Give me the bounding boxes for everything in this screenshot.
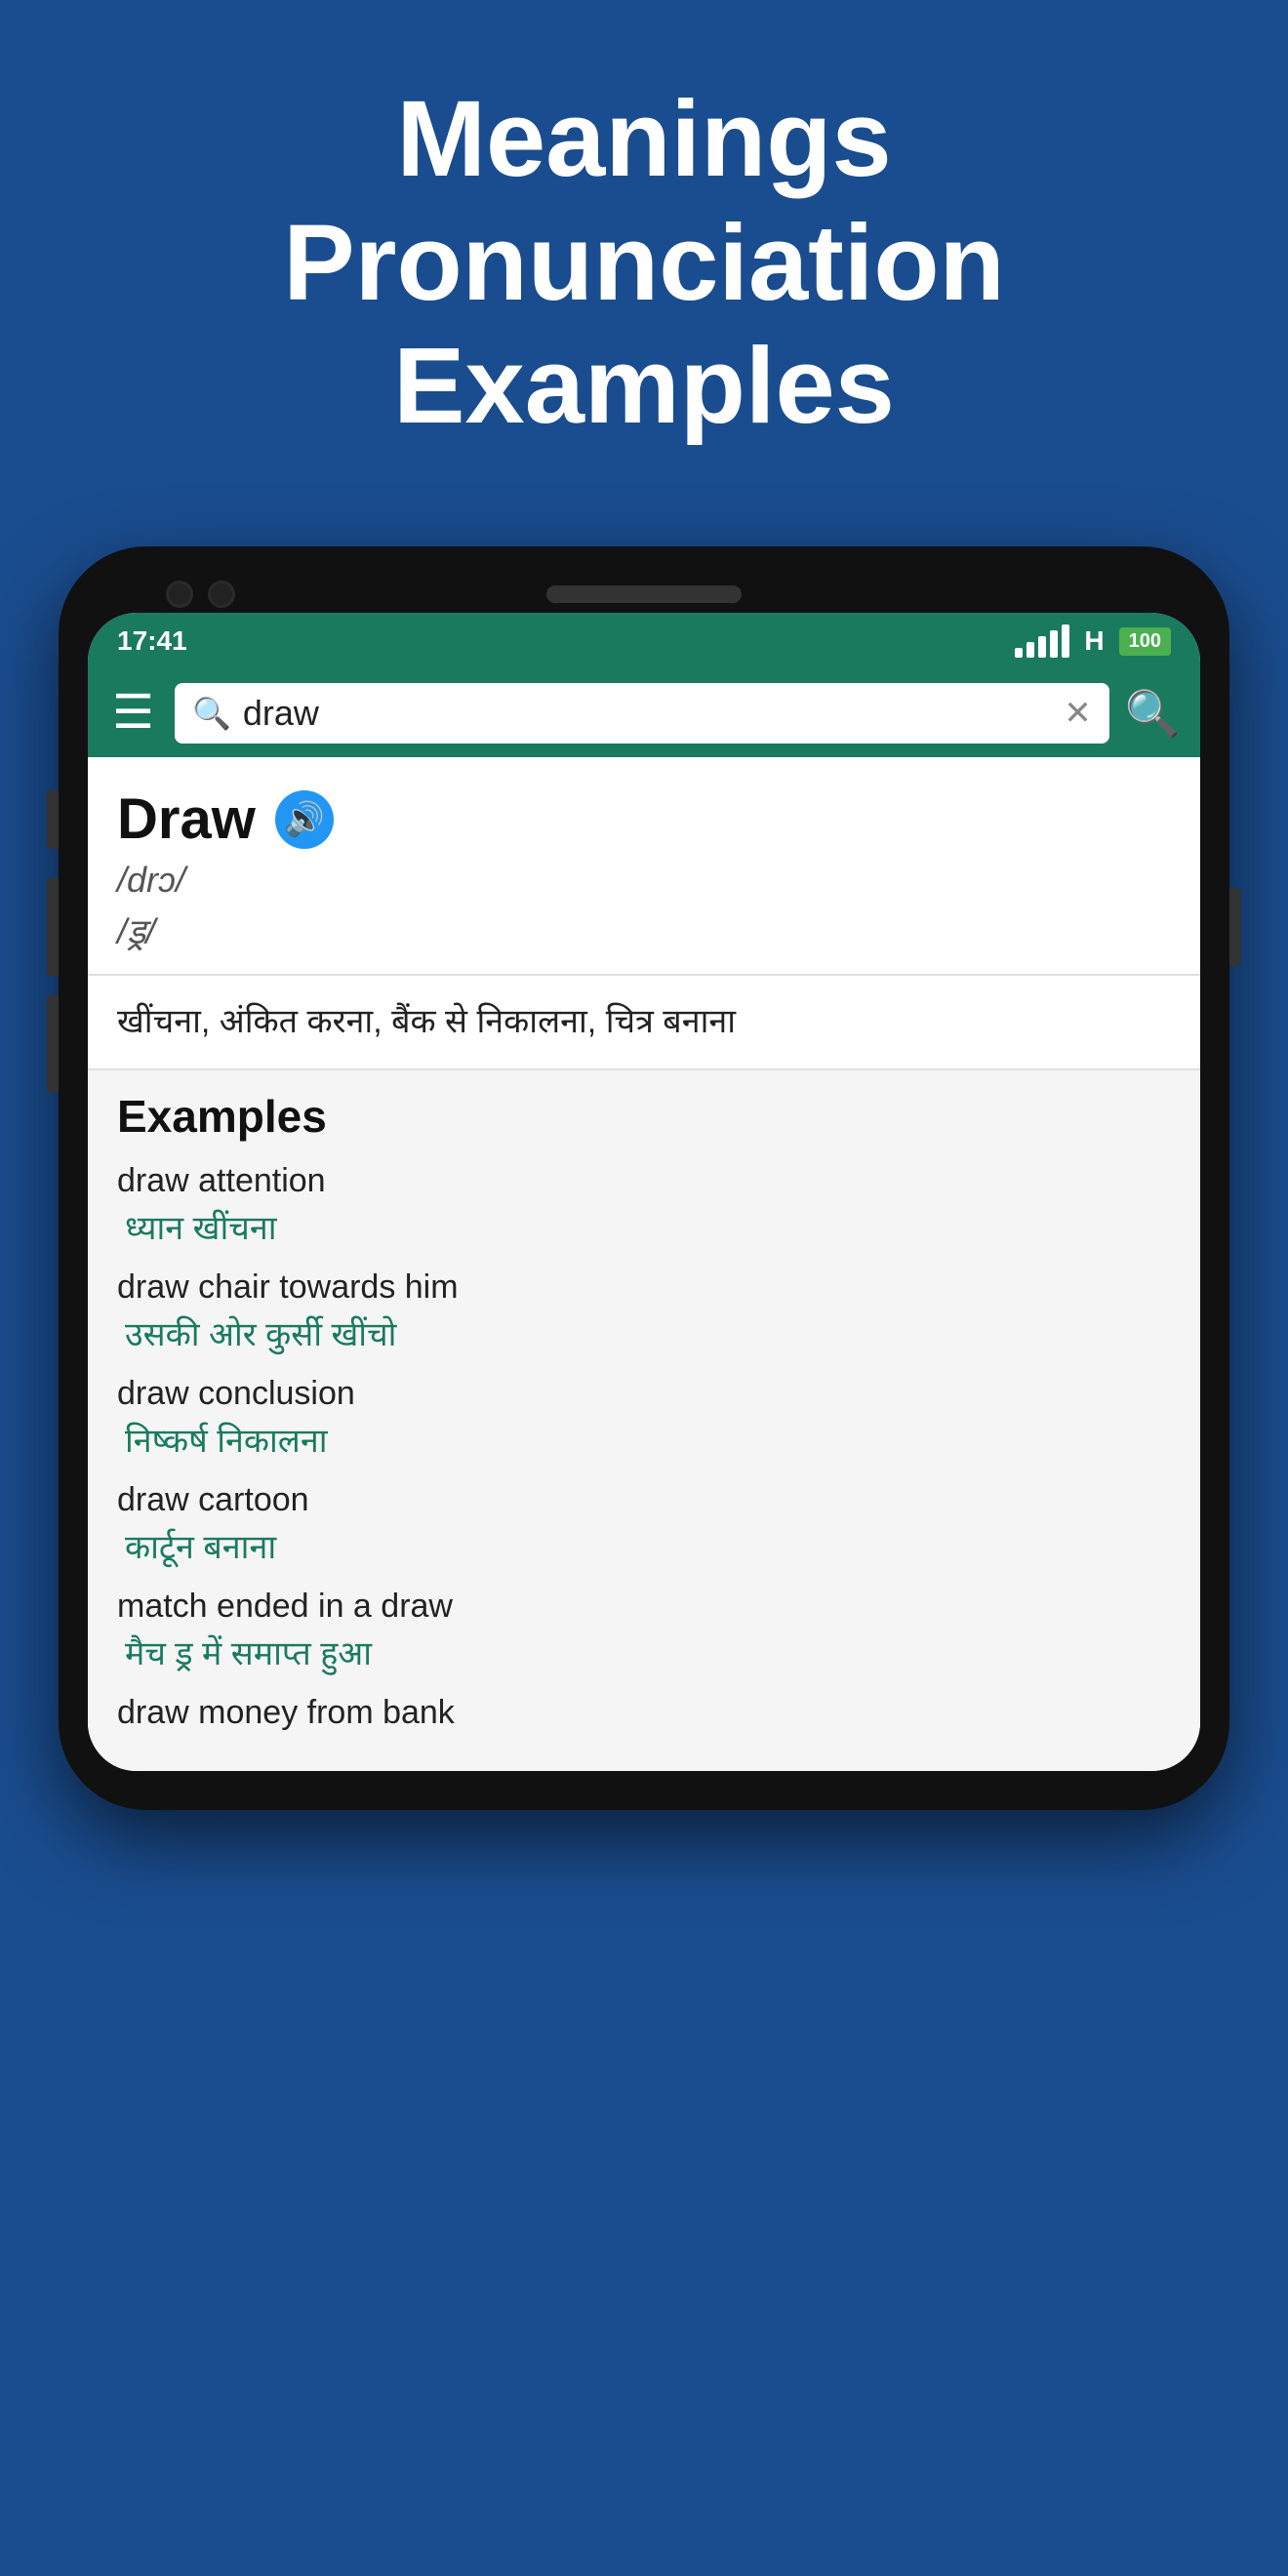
example-item-1: draw attention ध्यान खींचना bbox=[117, 1162, 1171, 1249]
hero-line3: Examples bbox=[393, 326, 895, 446]
phone-mockup: 17:41 H 100 ☰ bbox=[59, 546, 1229, 1810]
example-en-1: draw attention bbox=[117, 1162, 1171, 1200]
phone-top-bar bbox=[88, 585, 1200, 603]
volume-down-button bbox=[47, 995, 59, 1093]
word-header: Draw 🔊 bbox=[117, 786, 1171, 852]
network-type: H bbox=[1084, 625, 1104, 657]
signal-bars bbox=[1015, 624, 1069, 658]
clear-icon[interactable]: ✕ bbox=[1064, 694, 1092, 733]
signal-bar-3 bbox=[1038, 636, 1046, 658]
search-bar-area[interactable]: ☰ 🔍 ✕ 🔍 bbox=[88, 669, 1200, 757]
status-bar: 17:41 H 100 bbox=[88, 613, 1200, 669]
status-time: 17:41 bbox=[117, 625, 187, 657]
mute-button bbox=[47, 790, 59, 849]
examples-heading: Examples bbox=[117, 1090, 1171, 1143]
signal-bar-5 bbox=[1062, 624, 1069, 658]
hero-line1: Meanings bbox=[396, 79, 891, 199]
signal-bar-4 bbox=[1050, 630, 1058, 658]
word-title: Draw bbox=[117, 786, 256, 852]
search-input[interactable] bbox=[243, 693, 1052, 734]
battery-level: 100 bbox=[1129, 630, 1161, 652]
pronunciation-en: /drɔ/ bbox=[117, 860, 1171, 901]
example-item-6: draw money from bank bbox=[117, 1694, 1171, 1732]
phone-speaker bbox=[546, 585, 742, 603]
example-en-6: draw money from bank bbox=[117, 1694, 1171, 1732]
search-icon: 🔍 bbox=[192, 695, 231, 732]
example-item-5: match ended in a draw मैच ड्र में समाप्त… bbox=[117, 1588, 1171, 1674]
front-camera bbox=[166, 581, 193, 608]
example-item-3: draw conclusion निष्कर्ष निकालना bbox=[117, 1375, 1171, 1462]
meanings-text: खींचना, अंकित करना, बैंक से निकालना, चित… bbox=[117, 997, 1171, 1047]
status-right: H 100 bbox=[1015, 624, 1171, 658]
phone-outer: 17:41 H 100 ☰ bbox=[59, 546, 1229, 1810]
example-item-4: draw cartoon कार्टून बनाना bbox=[117, 1481, 1171, 1568]
example-en-4: draw cartoon bbox=[117, 1481, 1171, 1519]
examples-section: Examples draw attention ध्यान खींचना dra… bbox=[88, 1070, 1200, 1771]
example-hi-2: उसकी ओर कुर्सी खींचो bbox=[117, 1310, 1171, 1355]
battery-indicator: 100 bbox=[1119, 627, 1171, 656]
hero-section: Meanings Pronunciation Examples bbox=[0, 0, 1288, 507]
search-input-wrapper[interactable]: 🔍 ✕ bbox=[175, 683, 1109, 744]
example-en-3: draw conclusion bbox=[117, 1375, 1171, 1413]
example-en-5: match ended in a draw bbox=[117, 1588, 1171, 1626]
signal-bar-2 bbox=[1026, 642, 1034, 658]
example-hi-4: कार्टून बनाना bbox=[117, 1523, 1171, 1568]
front-camera-2 bbox=[208, 581, 235, 608]
audio-button[interactable]: 🔊 bbox=[275, 790, 334, 849]
search-button[interactable]: 🔍 bbox=[1125, 687, 1181, 741]
power-button bbox=[1229, 888, 1241, 966]
signal-bar-1 bbox=[1015, 648, 1023, 658]
example-hi-1: ध्यान खींचना bbox=[117, 1204, 1171, 1249]
example-en-2: draw chair towards him bbox=[117, 1268, 1171, 1307]
pronunciation-hi: /ड्र/ bbox=[117, 906, 1171, 954]
example-hi-3: निष्कर्ष निकालना bbox=[117, 1417, 1171, 1462]
example-hi-5: मैच ड्र में समाप्त हुआ bbox=[117, 1630, 1171, 1674]
hero-line2: Pronunciation bbox=[283, 203, 1004, 323]
example-item-2: draw chair towards him उसकी ओर कुर्सी खी… bbox=[117, 1268, 1171, 1355]
content-area: Draw 🔊 /drɔ/ /ड्र/ खींचना, अंकित करना, ब… bbox=[88, 757, 1200, 1771]
menu-button[interactable]: ☰ bbox=[107, 685, 159, 742]
hero-title: Meanings Pronunciation Examples bbox=[39, 78, 1249, 449]
phone-screen: 17:41 H 100 ☰ bbox=[88, 613, 1200, 1771]
volume-up-button bbox=[47, 878, 59, 976]
meanings-section: खींचना, अंकित करना, बैंक से निकालना, चित… bbox=[88, 976, 1200, 1070]
word-section: Draw 🔊 /drɔ/ /ड्र/ bbox=[88, 757, 1200, 976]
phone-cameras bbox=[166, 581, 235, 608]
speaker-icon: 🔊 bbox=[284, 800, 325, 839]
